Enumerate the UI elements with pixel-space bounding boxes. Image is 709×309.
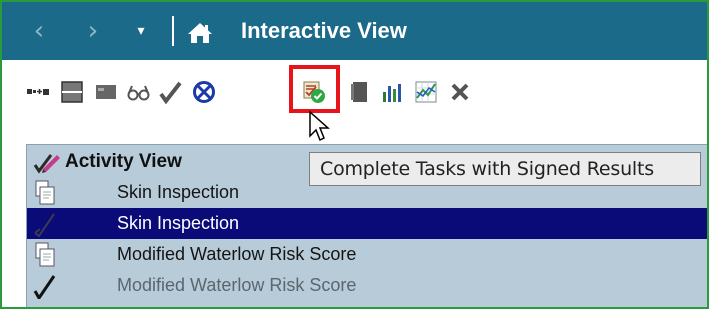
collapse-rows-icon[interactable] bbox=[60, 80, 84, 104]
document-stack-icon bbox=[35, 180, 55, 205]
edit-activity-icon bbox=[33, 154, 60, 174]
document-stack-icon bbox=[35, 242, 55, 267]
title-separator bbox=[172, 16, 174, 46]
forward-button[interactable]: › bbox=[76, 2, 110, 60]
tooltip: Complete Tasks with Signed Results bbox=[309, 152, 701, 186]
checkmark-icon bbox=[34, 213, 55, 237]
title-bar: ‹ › ▾ Interactive View bbox=[2, 2, 707, 60]
mouse-cursor-icon bbox=[309, 110, 330, 142]
bar-chart-icon[interactable] bbox=[380, 80, 404, 104]
list-item[interactable]: Modified Waterlow Risk Score bbox=[27, 270, 707, 301]
home-icon[interactable] bbox=[187, 22, 213, 44]
insert-row-icon[interactable] bbox=[26, 80, 50, 104]
row-label: Skin Inspection bbox=[117, 213, 240, 233]
line-chart-icon[interactable] bbox=[414, 80, 438, 104]
list-item[interactable]: Modified Waterlow Risk Score bbox=[27, 239, 707, 270]
page-title: Interactive View bbox=[241, 18, 407, 43]
list-item-selected[interactable]: Skin Inspection bbox=[27, 208, 707, 239]
back-button[interactable]: ‹ bbox=[22, 2, 56, 60]
document-icon[interactable] bbox=[348, 80, 372, 104]
remove-icon[interactable] bbox=[448, 80, 472, 104]
interactive-view-window: ‹ › ▾ Interactive View Activity View Ski… bbox=[0, 0, 709, 309]
checkmark-icon bbox=[33, 275, 56, 299]
checkmark-icon[interactable] bbox=[158, 80, 182, 104]
row-label: Modified Waterlow Risk Score bbox=[117, 244, 357, 264]
toolbar bbox=[2, 60, 707, 142]
complete-tasks-signed-results-icon[interactable] bbox=[302, 80, 326, 104]
label-icon[interactable] bbox=[94, 80, 118, 104]
row-label: Modified Waterlow Risk Score bbox=[117, 275, 357, 295]
row-label: Skin Inspection bbox=[117, 182, 240, 202]
cancel-icon[interactable] bbox=[192, 80, 216, 104]
activity-view-title: Activity View bbox=[65, 151, 182, 172]
history-dropdown-button[interactable]: ▾ bbox=[127, 2, 155, 60]
glasses-icon[interactable] bbox=[126, 80, 150, 104]
